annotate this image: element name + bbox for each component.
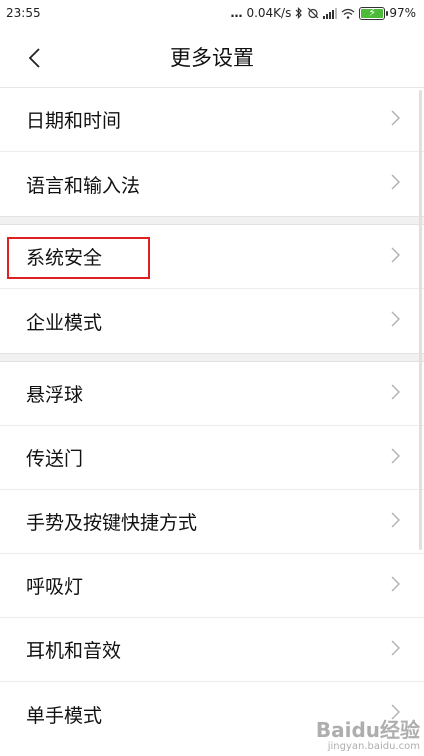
wifi-icon: [341, 8, 355, 19]
page-title: 更多设置: [170, 46, 254, 70]
scrollbar[interactable]: [419, 90, 422, 550]
settings-item[interactable]: 系统安全: [0, 225, 424, 289]
settings-item[interactable]: 呼吸灯: [0, 554, 424, 618]
charging-bolt-icon: ⚡: [368, 5, 377, 19]
settings-item[interactable]: 悬浮球: [0, 362, 424, 426]
watermark: Baidu经验 jingyan.baidu.com: [316, 720, 420, 752]
chevron-right-icon: [391, 639, 400, 661]
settings-item[interactable]: 耳机和音效: [0, 618, 424, 682]
chevron-right-icon: [391, 109, 400, 131]
settings-item-label: 日期和时间: [26, 110, 122, 132]
settings-item-label: 呼吸灯: [26, 576, 84, 598]
settings-item-label: 单手模式: [26, 704, 103, 727]
chevron-right-icon: [391, 447, 400, 469]
scrollbar-thumb[interactable]: [419, 90, 422, 550]
settings-item-label: 悬浮球: [26, 384, 84, 406]
settings-item-label: 系统安全: [26, 247, 103, 269]
group-separator: [0, 216, 424, 225]
settings-item-label: 语言和输入法: [26, 174, 141, 197]
settings-list: 日期和时间语言和输入法 系统安全企业模式悬浮球传送门手势及按键快捷方式 呼吸灯耳机和…: [0, 88, 424, 746]
settings-item-label: 传送门: [26, 448, 84, 470]
chevron-right-icon: [391, 173, 400, 195]
settings-item[interactable]: 传送门: [0, 426, 424, 490]
battery-percent: 97%: [389, 6, 416, 20]
battery-icon: ⚡: [359, 5, 389, 20]
settings-item-label: 手势及按键快捷方式: [26, 512, 198, 534]
settings-item[interactable]: 手势及按键快捷方式: [0, 490, 424, 554]
chevron-right-icon: [391, 310, 400, 332]
more-dots-icon: …: [230, 6, 243, 20]
chevron-right-icon: [391, 383, 400, 405]
chevron-right-icon: [391, 575, 400, 597]
watermark-url: jingyan.baidu.com: [327, 741, 420, 752]
alarm-off-icon: [307, 7, 319, 19]
chevron-right-icon: [391, 511, 400, 533]
signal-icon: [323, 7, 338, 19]
watermark-text: Baidu经验: [315, 718, 420, 742]
settings-item[interactable]: 企业模式: [0, 289, 424, 353]
status-bar: 23:55 … 0.04K/s ⚡ 97%: [0, 0, 424, 26]
bluetooth-icon: [295, 7, 303, 19]
status-icons: … 0.04K/s ⚡ 97%: [230, 5, 416, 21]
settings-item-label: 企业模式: [26, 311, 103, 334]
settings-item[interactable]: 日期和时间: [0, 88, 424, 152]
group-separator: [0, 353, 424, 362]
status-time: 23:55: [6, 6, 41, 20]
title-bar: 更多设置: [0, 26, 424, 88]
settings-item-label: 耳机和音效: [26, 640, 122, 662]
network-speed: 0.04K/s: [246, 6, 292, 20]
chevron-right-icon: [391, 246, 400, 268]
settings-item[interactable]: 语言和输入法: [0, 152, 424, 216]
